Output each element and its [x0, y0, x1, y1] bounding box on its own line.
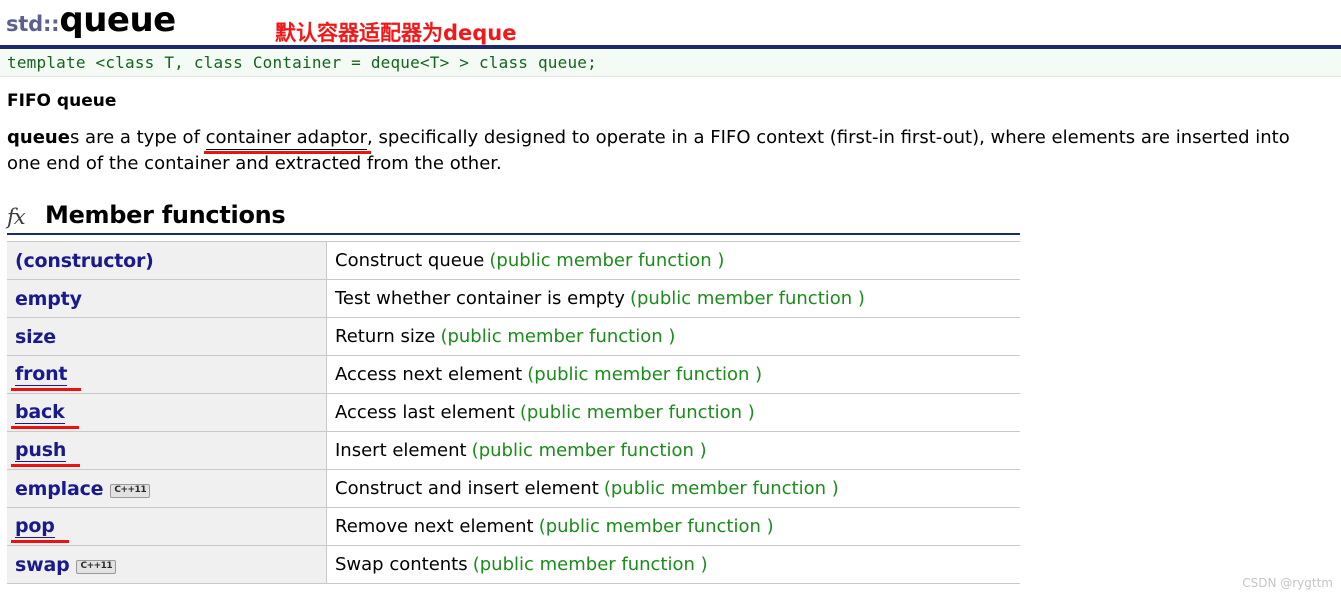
member-functions-table: (constructor) Construct queue (public mem… [7, 241, 1020, 584]
header-divider [0, 45, 1341, 49]
function-description-cell: Access next element (public member funct… [326, 355, 1020, 394]
namespace-prefix: std:: [6, 12, 60, 36]
function-link[interactable]: push [10, 439, 81, 467]
cpp11-badge: C++11 [76, 559, 117, 574]
function-link[interactable]: back [11, 401, 78, 429]
function-description-cell: Construct queue (public member function … [326, 241, 1020, 280]
function-description-cell: Remove next element (public member funct… [326, 507, 1020, 546]
watermark: CSDN @rygttm [1242, 576, 1333, 590]
function-kind: (public member function ) [519, 402, 755, 423]
function-kind: (public member function ) [629, 288, 865, 309]
table-row: empty Test whether container is empty (pu… [7, 279, 1020, 318]
function-link[interactable]: empty [15, 288, 82, 310]
function-kind: (public member function ) [527, 364, 763, 385]
chinese-annotation-note: 默认容器适配器为deque [275, 21, 517, 45]
function-name-cell: back [7, 393, 327, 432]
function-description-cell: Construct and insert element (public mem… [326, 469, 1020, 508]
member-functions-table-body: (constructor) Construct queue (public mem… [7, 241, 1020, 584]
function-name-cell: (constructor) [7, 241, 327, 280]
function-link[interactable]: (constructor) [15, 250, 154, 272]
function-description: Construct queue [335, 250, 485, 271]
function-description: Swap contents [335, 554, 468, 575]
function-kind: (public member function ) [471, 440, 707, 461]
function-name-cell: size [7, 317, 327, 356]
function-link[interactable]: pop [11, 515, 69, 543]
cpp11-badge: C++11 [110, 483, 151, 498]
container-adaptor-link[interactable]: container adaptor [205, 127, 368, 150]
table-row: front Access next element (public member … [7, 355, 1020, 394]
function-kind: (public member function ) [440, 326, 676, 347]
table-row: size Return size (public member function … [7, 317, 1020, 356]
section-rule [7, 233, 1020, 235]
section-title: Member functions [45, 201, 286, 229]
table-row: back Access last element (public member f… [7, 393, 1020, 432]
function-name-cell: empty [7, 279, 327, 318]
template-declaration-code: template <class T, class Container = deq… [7, 53, 597, 72]
function-kind: (public member function ) [538, 516, 774, 537]
function-description-cell: Insert element (public member function ) [326, 431, 1020, 470]
function-kind: (public member function ) [489, 250, 725, 271]
function-description-cell: Test whether container is empty (public … [326, 279, 1020, 318]
function-description-cell: Swap contents (public member function ) [326, 545, 1020, 584]
fx-icon: fx [7, 205, 26, 229]
summary-heading: FIFO queue [7, 91, 117, 111]
function-kind: (public member function ) [603, 478, 839, 499]
function-name-cell: emplace C++11 [7, 469, 327, 508]
table-row: pop Remove next element (public member fu… [7, 507, 1020, 546]
function-name-cell: swap C++11 [7, 545, 327, 584]
function-name-cell: push [7, 431, 327, 470]
table-row: swap C++11 Swap contents (public member fu… [7, 545, 1020, 584]
function-description-cell: Return size (public member function ) [326, 317, 1020, 356]
table-row: push Insert element (public member functi… [7, 431, 1020, 470]
function-name-cell: pop [7, 507, 327, 546]
function-description: Remove next element [335, 516, 534, 537]
function-link[interactable]: front [10, 363, 82, 391]
function-name-cell: front [7, 355, 327, 394]
function-link[interactable]: emplace [15, 478, 104, 500]
table-row: emplace C++11 Construct and insert element… [7, 469, 1020, 508]
page-header: std::queue 默认容器适配器为deque [0, 0, 1341, 46]
function-kind: (public member function ) [472, 554, 708, 575]
function-description: Insert element [335, 440, 467, 461]
function-description: Return size [335, 326, 436, 347]
function-link[interactable]: size [15, 326, 56, 348]
table-row: (constructor) Construct queue (public mem… [7, 241, 1020, 280]
function-link[interactable]: swap [15, 554, 70, 576]
function-description-cell: Access last element (public member funct… [326, 393, 1020, 432]
function-description: Access last element [335, 402, 515, 423]
class-name: queue [59, 0, 176, 40]
function-description: Access next element [335, 364, 523, 385]
summary-bold-term: queue [7, 127, 70, 148]
summary-text-part-1: s are a type of [69, 127, 206, 148]
template-declaration-bar: template <class T, class Container = deq… [0, 50, 1341, 77]
summary-paragraph: queues are a type of container adaptor, … [7, 125, 1307, 177]
page-title: std::queue [6, 0, 176, 46]
member-functions-header: fx Member functions [7, 201, 1020, 233]
function-description: Test whether container is empty [335, 288, 625, 309]
function-description: Construct and insert element [335, 478, 599, 499]
